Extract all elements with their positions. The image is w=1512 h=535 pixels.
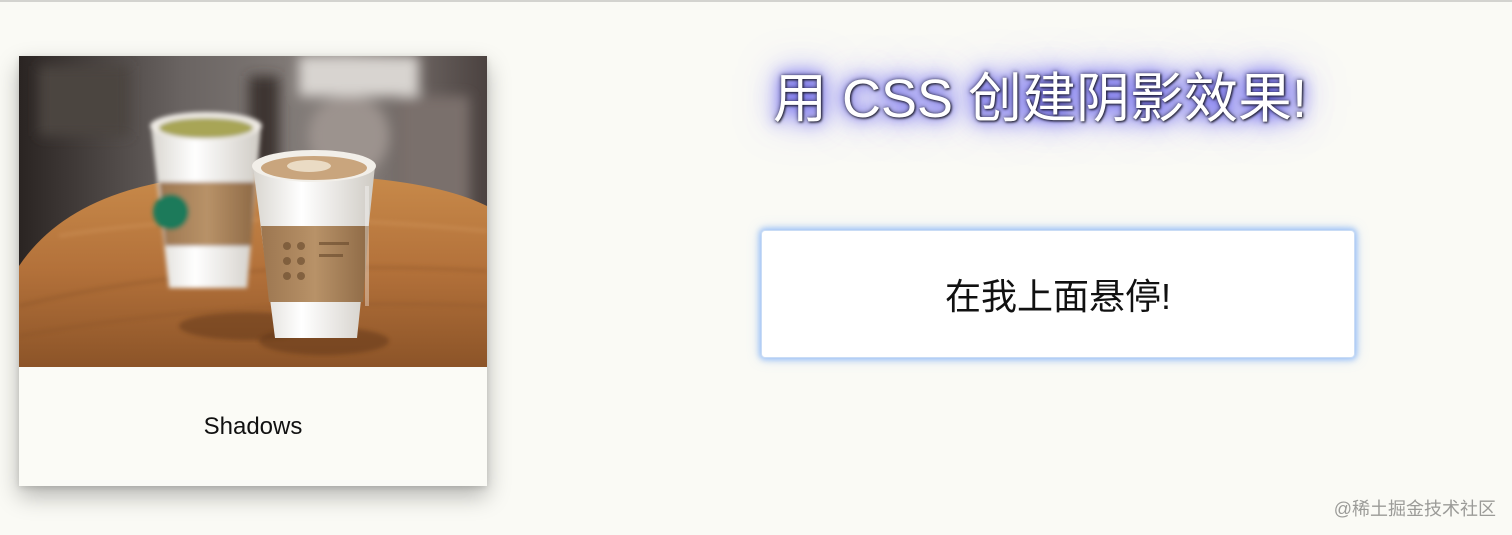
watermark: @稀土掘金技术社区	[1333, 499, 1496, 519]
shadow-card: Shadows	[19, 56, 487, 486]
hover-box-label: 在我上面悬停!	[944, 276, 1171, 317]
coffee-cups-photo	[19, 56, 487, 367]
page-title: 用 CSS 创建阴影效果!	[772, 69, 1308, 129]
top-divider	[0, 0, 1512, 2]
hover-target-box[interactable]: 在我上面悬停!	[761, 230, 1355, 358]
card-caption: Shadows	[203, 412, 303, 440]
